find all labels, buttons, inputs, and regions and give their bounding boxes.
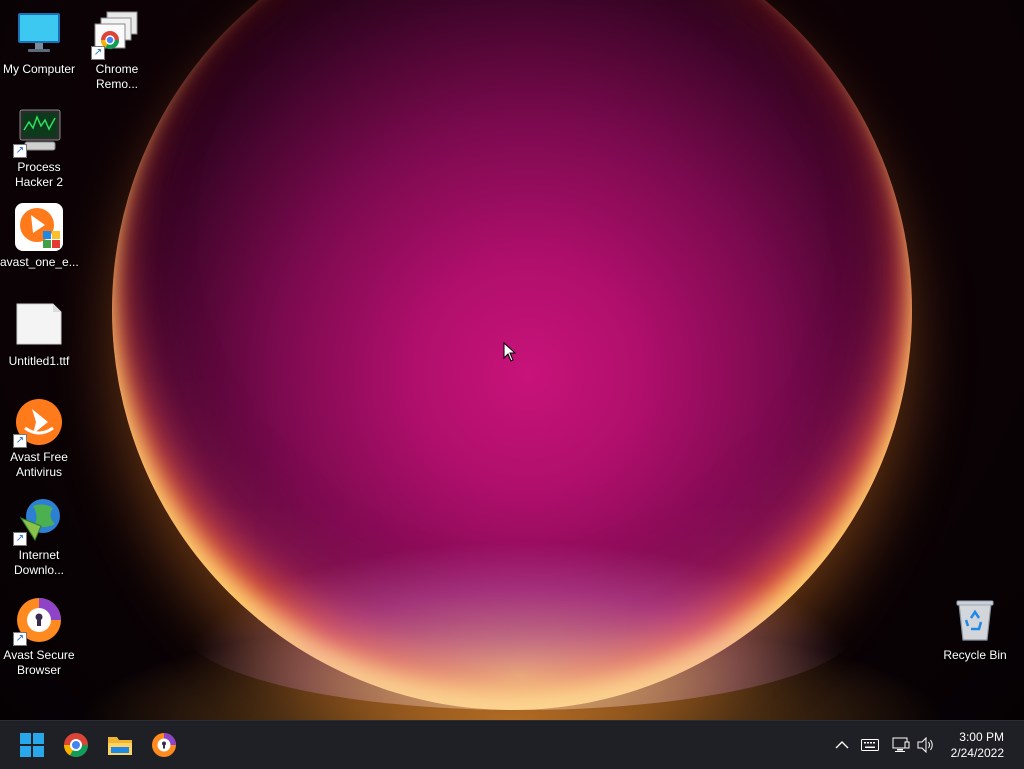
desktop-icon-label: Chrome Remo... <box>95 62 139 91</box>
avast-icon: ↗ <box>13 398 63 448</box>
desktop-icon-avast-one-installer[interactable]: avast_one_e... <box>0 203 79 270</box>
shortcut-arrow-icon: ↗ <box>13 434 27 448</box>
shortcut-arrow-icon: ↗ <box>91 46 105 60</box>
desktop-icon-avast-secure-browser[interactable]: ↗ Avast Secure Browser <box>0 596 78 678</box>
mouse-cursor-icon <box>503 341 517 367</box>
network-button[interactable] <box>891 735 911 755</box>
taskbar-avast-secure-browser-button[interactable] <box>148 729 180 761</box>
clock-time: 3:00 PM <box>959 730 1004 744</box>
start-button[interactable] <box>16 729 48 761</box>
taskbar: 3:00 PM 2/24/2022 <box>0 720 1024 769</box>
shortcut-arrow-icon: ↗ <box>13 144 27 158</box>
volume-icon <box>917 737 933 753</box>
desktop-icon-process-hacker[interactable]: ↗ Process Hacker 2 <box>0 108 78 190</box>
network-icon <box>892 737 910 752</box>
desktop-icon-label: Untitled1.ttf <box>8 354 70 368</box>
chrome-remote-desktop-icon: ↗ <box>91 10 141 60</box>
chrome-icon <box>63 733 88 758</box>
shortcut-arrow-icon: ↗ <box>13 632 27 646</box>
recycle-bin-icon <box>951 596 999 644</box>
clock-date: 2/24/2022 <box>950 746 1004 760</box>
keyboard-icon <box>861 739 879 751</box>
desktop-icon-label: Internet Downlo... <box>13 548 65 577</box>
keyboard-button[interactable] <box>860 735 880 755</box>
desktop-icon-label: avast_one_e... <box>0 255 79 269</box>
process-hacker-icon: ↗ <box>13 108 63 158</box>
desktop-icon-recycle-bin[interactable]: Recycle Bin <box>936 596 1014 663</box>
desktop-icon-my-computer[interactable]: My Computer <box>0 10 78 77</box>
desktop-icon-label: Recycle Bin <box>943 648 1007 662</box>
start-icon <box>20 733 44 757</box>
desktop-icon-chrome-remote[interactable]: ↗ Chrome Remo... <box>78 10 156 92</box>
desktop-icon-label: Process Hacker 2 <box>14 160 64 189</box>
file-explorer-icon <box>108 737 132 755</box>
show-hidden-icons-button[interactable] <box>834 735 850 755</box>
chevron-up-icon <box>835 741 849 749</box>
avast-secure-browser-icon: ↗ <box>13 596 63 646</box>
desktop-icon-label: Avast Free Antivirus <box>10 450 68 479</box>
monitor-icon <box>15 10 63 58</box>
avast-installer-icon <box>15 203 63 251</box>
desktop-icon-untitled-ttf[interactable]: Untitled1.ttf <box>0 302 78 369</box>
desktop-icon-label: Avast Secure Browser <box>3 648 75 677</box>
blank-file-icon <box>15 302 63 350</box>
wallpaper-glow <box>180 540 860 710</box>
volume-button[interactable] <box>916 735 936 755</box>
desktop-icon-label: My Computer <box>2 62 76 76</box>
avast-secure-browser-icon <box>152 733 176 757</box>
taskbar-file-explorer-button[interactable] <box>104 729 136 761</box>
taskbar-chrome-button[interactable] <box>60 729 92 761</box>
desktop-icon-internet-download-manager[interactable]: ↗ Internet Downlo... <box>0 496 78 578</box>
shortcut-arrow-icon: ↗ <box>13 532 27 546</box>
desktop-icon-avast-free-antivirus[interactable]: ↗ Avast Free Antivirus <box>0 398 78 480</box>
clock[interactable]: 3:00 PM 2/24/2022 <box>951 729 1004 761</box>
internet-download-manager-icon: ↗ <box>13 496 63 546</box>
desktop-wallpaper[interactable]: My Computer ↗ Chrome Remo... ↗ Process H… <box>0 0 1024 720</box>
